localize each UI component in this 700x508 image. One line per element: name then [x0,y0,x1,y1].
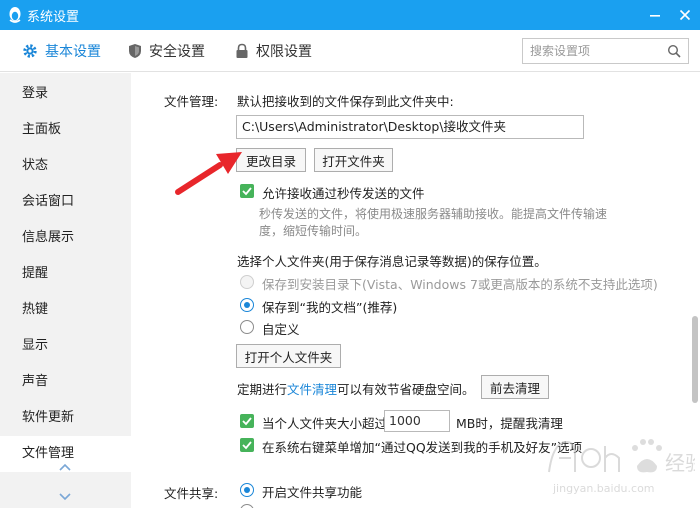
sidebar-item-label: 状态 [22,158,49,173]
qq-penguin-icon [9,7,21,23]
context-menu-label: 在系统右键菜单增加“通过QQ发送到我的手机及好友”选项 [262,440,583,455]
sidebar-item-label: 声音 [22,374,49,389]
cleanup-suffix: 可以有效节省硬盘空间。 [337,382,475,397]
gear-icon [23,44,37,58]
close-icon [679,9,691,21]
sidebar-item-display[interactable]: 显示 [0,328,131,364]
checkmark-icon [242,441,252,450]
sidebar-item-label: 热键 [22,302,49,317]
open-personal-folder-button[interactable]: 打开个人文件夹 [236,344,341,368]
checkmark-icon [242,417,252,426]
minimize-icon [650,15,660,17]
size-alert-prefix: 当个人文件夹大小超过 [262,416,388,431]
tab-basic-settings[interactable]: 基本设置 [22,30,101,72]
window-title: 系统设置 [27,10,80,25]
allow-flash-transfer-label: 允许接收通过秒传发送的文件 [262,186,425,201]
save-to-install-dir-radio[interactable] [240,275,254,289]
minimize-button[interactable] [640,0,670,30]
sidebar-item-software-update[interactable]: 软件更新 [0,400,131,436]
watermark-text-cn: 经验 [665,451,695,475]
watermark-text-en: jingyan.baidu.com [552,482,655,495]
settings-sidebar: 登录 主面板 状态 会话窗口 信息展示 提醒 热键 显示 声音 软件更新 文件管… [0,73,131,508]
file-share-section-label: 文件共享: [164,486,219,501]
tab-label: 基本设置 [45,44,101,60]
scrollbar-thumb[interactable] [692,316,698,403]
baidu-watermark-logo: 经验 jingyan.baidu.com [548,439,695,495]
tab-security-settings[interactable]: 安全设置 [128,30,205,72]
title-bar: 系统设置 [0,0,700,30]
chevron-down-icon[interactable] [58,492,72,502]
enable-file-share-label: 开启文件共享功能 [262,485,363,500]
sidebar-item-label: 会话窗口 [22,194,75,209]
sidebar-item-label: 主面板 [22,122,62,137]
custom-location-radio[interactable] [240,320,254,334]
receive-folder-path-field[interactable]: C:\Users\Administrator\Desktop\接收文件夹 [236,115,584,139]
sidebar-item-hotkeys[interactable]: 热键 [0,292,131,328]
sidebar-item-reminder[interactable]: 提醒 [0,256,131,292]
close-button[interactable] [670,0,700,30]
enable-file-share-radio[interactable] [240,483,254,497]
file-share-option-radio[interactable] [240,504,254,508]
sidebar-item-chat-window[interactable]: 会话窗口 [0,184,131,220]
red-arrow-icon [175,152,242,195]
sidebar-item-label: 登录 [22,86,49,101]
shield-icon [129,44,141,58]
flash-transfer-hint-line2: 度，缩短传输时间。 [259,224,368,238]
sidebar-item-info-display[interactable]: 信息展示 [0,220,131,256]
settings-tab-bar: 基本设置 安全设置 权限设置 [0,30,700,72]
sidebar-item-label: 提醒 [22,266,49,281]
size-alert-checkbox[interactable] [240,414,254,428]
context-menu-checkbox[interactable] [240,438,254,452]
sidebar-item-main-panel[interactable]: 主面板 [0,112,131,148]
sidebar-item-sound[interactable]: 声音 [0,364,131,400]
search-icon[interactable] [667,44,681,58]
settings-search[interactable] [522,38,689,64]
file-cleanup-text: 定期进行文件清理可以有效节省硬盘空间。 [237,379,475,398]
lock-icon [236,43,248,58]
tab-permission-settings[interactable]: 权限设置 [235,30,312,72]
chevron-up-icon[interactable] [58,462,72,472]
open-folder-button[interactable]: 打开文件夹 [314,148,393,172]
sidebar-item-login[interactable]: 登录 [0,76,131,112]
save-to-my-documents-radio[interactable] [240,298,254,312]
save-to-my-documents-label: 保存到“我的文档”(推荐) [262,300,398,315]
sidebar-item-label: 软件更新 [22,410,75,425]
sidebar-item-label: 文件管理 [22,446,75,461]
save-to-install-dir-label: 保存到安装目录下(Vista、Windows 7或更高版本的系统不支持此选项) [262,277,658,292]
sidebar-item-label: 显示 [22,338,49,353]
size-limit-input[interactable]: 1000 [384,410,450,432]
cleanup-prefix: 定期进行 [237,382,288,397]
sidebar-item-status[interactable]: 状态 [0,148,131,184]
personal-folder-label: 选择个人文件夹(用于保存消息记录等数据)的保存位置。 [237,254,547,269]
go-cleanup-button[interactable]: 前去清理 [481,375,549,399]
default-save-folder-label: 默认把接收到的文件保存到此文件夹中: [237,94,454,109]
file-management-section-label: 文件管理: [164,94,219,109]
file-cleanup-link[interactable]: 文件清理 [287,382,337,397]
flash-transfer-hint-line1: 秒传发送的文件，将使用极速服务器辅助接收。能提高文件传输速 [259,207,608,221]
sidebar-item-label: 信息展示 [22,230,75,245]
custom-location-label: 自定义 [262,322,300,337]
tab-label: 安全设置 [149,44,205,60]
tab-label: 权限设置 [256,44,312,60]
search-input[interactable] [523,39,653,63]
